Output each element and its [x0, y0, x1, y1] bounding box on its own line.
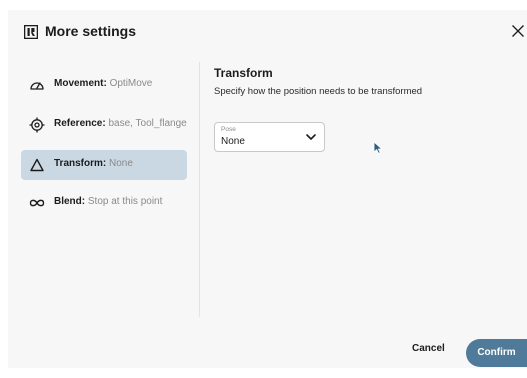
screen: More settings Movement: OptiMove Referen… — [0, 0, 527, 378]
sidebar-divider — [199, 62, 200, 317]
sidebar-item-reference[interactable]: Reference: base, Tool_flange — [21, 110, 187, 140]
transform-value: None — [109, 158, 133, 169]
sidebar-item-label: Transform: None — [54, 158, 133, 169]
movement-key: Movement: — [54, 78, 107, 89]
movement-value: OptiMove — [109, 78, 153, 89]
sidebar-item-movement[interactable]: Movement: OptiMove — [21, 70, 187, 100]
pose-select-label: Pose — [221, 126, 236, 133]
speedometer-icon — [30, 82, 44, 90]
sidebar-item-label: Reference: base, Tool_flange — [54, 118, 187, 129]
reference-key: Reference: — [54, 118, 106, 129]
sidebar-item-blend[interactable]: Blend: Stop at this point — [21, 188, 187, 218]
close-icon[interactable] — [511, 24, 525, 38]
dialog-header: More settings — [8, 10, 527, 54]
blend-key: Blend: — [54, 196, 86, 207]
sidebar-item-label: Blend: Stop at this point — [54, 196, 162, 207]
more-settings-dialog: More settings Movement: OptiMove Referen… — [8, 10, 527, 368]
pose-select[interactable]: Pose None — [214, 122, 325, 152]
target-icon — [29, 117, 45, 133]
cancel-button[interactable]: Cancel — [412, 343, 445, 354]
section-description: Specify how the position needs to be tra… — [214, 86, 423, 97]
confirm-button[interactable]: Confirm — [466, 339, 527, 367]
infinity-icon — [29, 199, 45, 207]
mouse-cursor-icon — [373, 141, 383, 154]
blend-value: Stop at this point — [87, 196, 163, 207]
sidebar-item-transform[interactable]: Transform: None — [21, 150, 187, 180]
transform-key: Transform: — [54, 158, 107, 169]
chevron-down-icon — [306, 134, 316, 140]
dialog-title: More settings — [45, 23, 137, 39]
sidebar-item-label: Movement: OptiMove — [54, 78, 152, 89]
pose-select-value: None — [221, 136, 245, 147]
triangle-icon — [30, 158, 44, 172]
section-title: Transform — [214, 66, 273, 80]
robot-logo-icon — [24, 25, 38, 39]
reference-value: base, Tool_flange — [108, 118, 187, 129]
